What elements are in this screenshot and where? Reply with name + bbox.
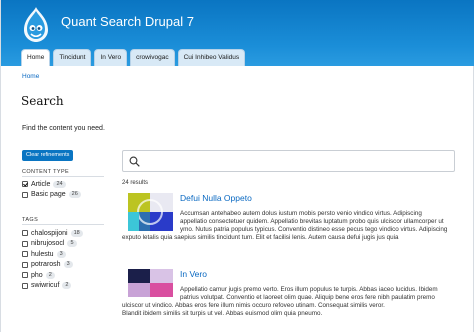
main-menu-tabs: Home Tincidunt In Vero crowivogac Cui In… <box>21 49 246 66</box>
result-thumbnail-image[interactable] <box>128 269 173 297</box>
results-count: 24 results <box>122 180 149 186</box>
facet-item-tag[interactable]: swiwricuf 2 <box>22 281 83 292</box>
facet-title-content-type: CONTENT TYPE <box>22 169 70 175</box>
tab-crowivogac[interactable]: crowivogac <box>130 49 175 66</box>
result-title-link[interactable]: In Vero <box>180 269 207 279</box>
result-title-link[interactable]: Defui Nulla Oppeto <box>180 193 252 203</box>
facet-count-badge: 3 <box>56 250 66 258</box>
breadcrumb-home-link[interactable]: Home <box>22 73 39 80</box>
result-snippet-line: exputo letalis quia saepius similis tinc… <box>122 234 399 241</box>
facet-list-content-type: Article 24 Basic page 26 <box>22 179 81 200</box>
facet-count-badge: 5 <box>67 240 77 248</box>
facet-label: chalospijoni <box>31 229 68 237</box>
result-snippet-line: Blandit ibidem similis sit turpis ut vel… <box>122 310 323 317</box>
facet-divider <box>22 176 104 177</box>
facet-list-tags: chalospijoni 18 nibrujosocl 5 hulestu 3 … <box>22 228 83 291</box>
facet-divider <box>22 224 104 225</box>
facet-item-tag[interactable]: pho 2 <box>22 270 83 281</box>
facet-count-badge: 26 <box>68 191 81 199</box>
facet-label: hulestu <box>31 250 54 258</box>
facet-item-tag[interactable]: nibrujosocl 5 <box>22 239 83 250</box>
facet-label: Article <box>31 180 51 188</box>
search-input[interactable] <box>122 150 455 172</box>
tab-tincidunt[interactable]: Tincidunt <box>53 49 92 66</box>
checkbox-checked[interactable] <box>22 181 28 188</box>
search-icon <box>129 156 140 167</box>
checkbox[interactable] <box>22 191 28 198</box>
facet-label: nibrujosocl <box>31 240 65 248</box>
checkbox[interactable] <box>22 272 28 279</box>
page-frame: Quant Search Drupal 7 Home Tincidunt In … <box>0 0 474 332</box>
page-title: Search <box>21 94 64 108</box>
facet-item-tag[interactable]: chalospijoni 18 <box>22 228 83 239</box>
facet-count-badge: 24 <box>53 180 66 188</box>
facet-item-article[interactable]: Article 24 <box>22 179 81 190</box>
tab-in-vero[interactable]: In Vero <box>94 49 128 66</box>
facet-label: potrarosh <box>31 261 61 269</box>
facet-title-tags: TAGS <box>22 217 39 223</box>
drupal-logo-icon[interactable] <box>21 6 51 44</box>
facet-count-badge: 2 <box>45 271 55 279</box>
clear-refinements-button[interactable]: Clear refinements <box>22 150 74 161</box>
tab-home[interactable]: Home <box>21 49 51 66</box>
facet-count-badge: 2 <box>62 282 72 290</box>
facet-count-badge: 18 <box>70 229 83 237</box>
page-intro: Find the content you need. <box>22 125 105 132</box>
site-name[interactable]: Quant Search Drupal 7 <box>61 14 194 29</box>
tab-cui-inhibeo-validus[interactable]: Cui Inhibeo Validus <box>177 49 246 66</box>
facet-label: Basic page <box>31 191 66 199</box>
checkbox[interactable] <box>22 261 28 268</box>
site-header: Quant Search Drupal 7 Home Tincidunt In … <box>1 0 474 66</box>
facet-item-tag[interactable]: potrarosh 3 <box>22 260 83 271</box>
facet-item-basic-page[interactable]: Basic page 26 <box>22 190 81 201</box>
checkbox[interactable] <box>22 240 28 247</box>
facet-label: pho <box>31 271 43 279</box>
checkbox[interactable] <box>22 282 28 289</box>
facet-label: swiwricuf <box>31 282 60 290</box>
checkbox[interactable] <box>22 230 28 237</box>
checkbox[interactable] <box>22 251 28 258</box>
result-thumbnail-image[interactable] <box>128 193 173 231</box>
facet-count-badge: 3 <box>63 261 73 269</box>
facet-item-tag[interactable]: hulestu 3 <box>22 249 83 260</box>
